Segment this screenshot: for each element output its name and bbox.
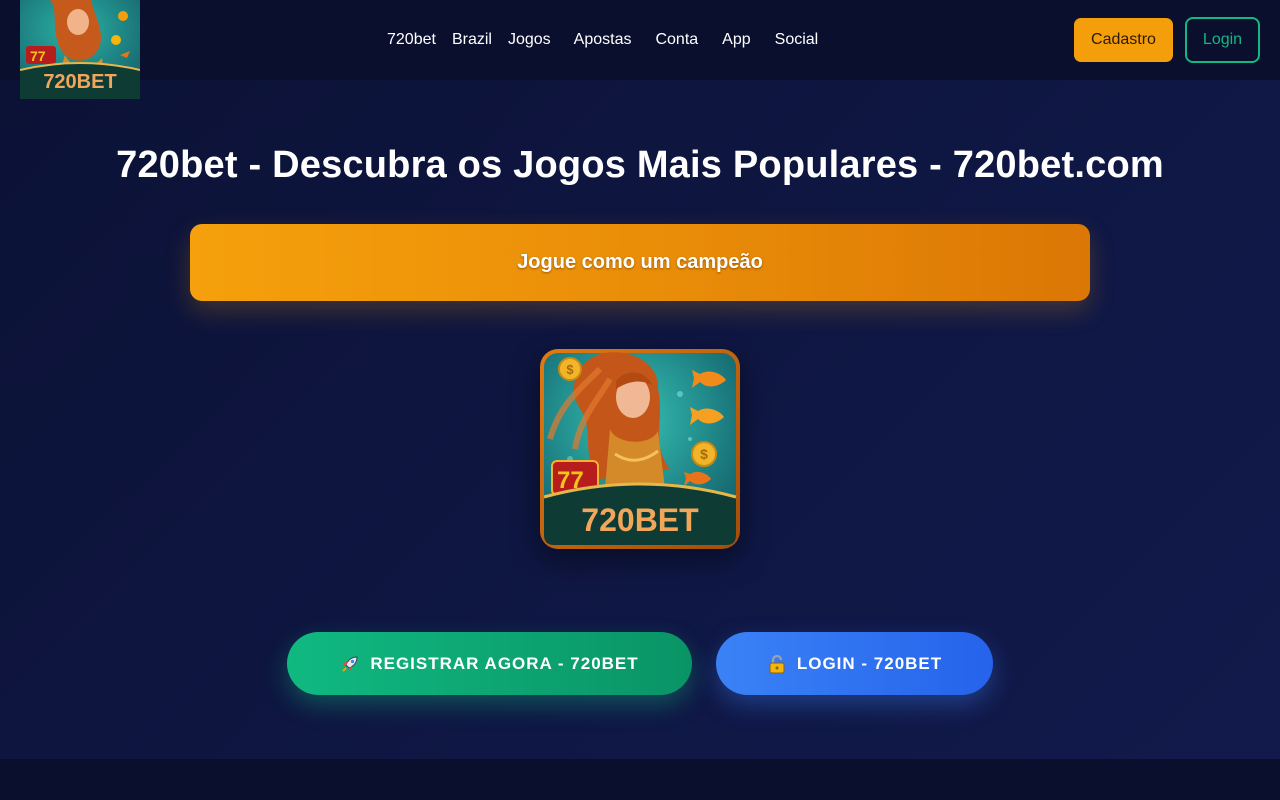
promo-banner-text: Jogue como um campeão — [517, 251, 763, 273]
nav-link-social[interactable]: Social — [775, 31, 819, 49]
logo-artwork: 77 720BET — [20, 0, 140, 99]
footer-strip — [0, 759, 1280, 800]
lock-icon — [767, 654, 787, 674]
cadastro-button[interactable]: Cadastro — [1074, 18, 1173, 62]
promo-banner: Jogue como um campeão — [190, 224, 1090, 301]
svg-text:77: 77 — [30, 48, 46, 64]
site-logo[interactable]: 77 720BET — [20, 0, 140, 99]
login-cta-label: LOGIN - 720BET — [796, 653, 943, 673]
logo-text: 720BET — [43, 71, 116, 93]
nav-link-app[interactable]: App — [722, 31, 750, 49]
register-now-label: REGISTRAR AGORA - 720BET — [370, 653, 639, 673]
svg-text:$: $ — [700, 446, 708, 462]
login-cta-button[interactable]: LOGIN - 720BET — [716, 632, 993, 695]
page-title: 720bet - Descubra os Jogos Mais Populare… — [116, 144, 1164, 186]
app-icon-image: $ $ 77 720BET — [540, 349, 740, 549]
svg-text:$: $ — [566, 362, 574, 377]
register-now-button[interactable]: REGISTRAR AGORA - 720BET — [287, 632, 692, 695]
rocket-icon — [340, 654, 360, 674]
nav-link-apostas[interactable]: Apostas — [574, 31, 632, 49]
nav-link-720bet[interactable]: 720bet — [387, 31, 436, 49]
app-icon-artwork: $ $ 77 720BET — [540, 349, 740, 549]
nav-link-jogos[interactable]: Jogos — [508, 31, 551, 49]
main-nav: 720bet Brazil Jogos Apostas Conta App So… — [387, 30, 818, 50]
app-icon-text: 720BET — [581, 502, 699, 538]
nav-link-conta[interactable]: Conta — [655, 31, 698, 49]
nav-link-brazil[interactable]: Brazil — [452, 31, 492, 49]
login-button[interactable]: Login — [1185, 17, 1260, 63]
